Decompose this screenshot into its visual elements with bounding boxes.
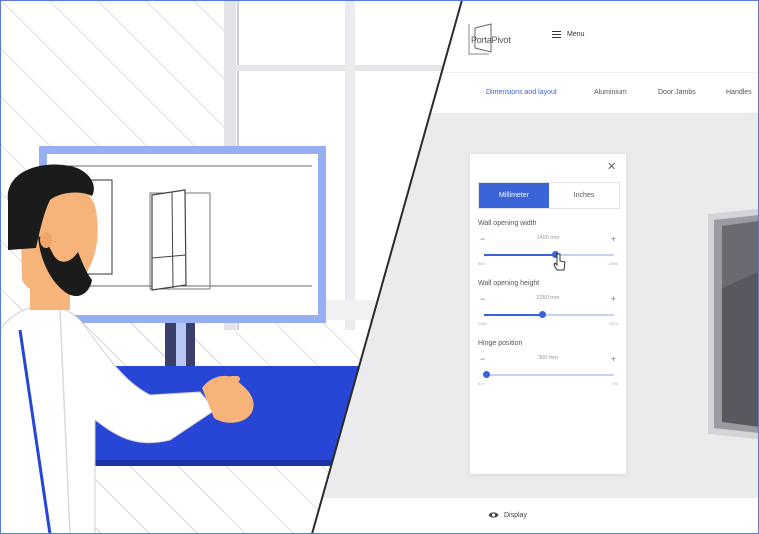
- field-label: Wall opening width: [478, 220, 537, 227]
- close-icon[interactable]: ✕: [607, 162, 616, 173]
- hinge-stepper: − 300 mm +: [478, 354, 618, 366]
- field-label: Wall opening height: [478, 280, 540, 287]
- dimensions-panel: ✕ Millimeter Inches Wall opening width −…: [470, 154, 626, 474]
- brand-logo[interactable]: PortaPivot: [467, 22, 511, 56]
- height-slider[interactable]: [484, 311, 614, 319]
- slider-min: 0.0: [478, 381, 484, 386]
- tab-dimensions-and-layout[interactable]: Dimensions and layout: [486, 89, 557, 96]
- door-3d-preview: [708, 208, 759, 440]
- cursor-icon: [553, 253, 566, 271]
- height-stepper: − 2250 mm +: [478, 294, 618, 306]
- slider-min: 2000: [478, 321, 487, 326]
- tab-aluminium[interactable]: Aluminium: [594, 89, 627, 96]
- plus-icon[interactable]: +: [611, 234, 616, 244]
- width-slider[interactable]: [484, 251, 614, 259]
- slider-thumb[interactable]: [483, 371, 491, 378]
- display-button[interactable]: Display: [488, 511, 527, 519]
- height-value[interactable]: 2250 mm: [478, 295, 618, 301]
- width-value[interactable]: 1400 mm: [478, 235, 618, 241]
- logo-text: PortaPivot: [471, 35, 511, 45]
- slider-thumb[interactable]: [539, 311, 546, 318]
- menu-label: Menu: [567, 31, 585, 38]
- plus-icon[interactable]: +: [611, 294, 616, 304]
- slider-max: 2870: [609, 321, 618, 326]
- field-label: Hinge position: [478, 340, 523, 347]
- hinge-slider[interactable]: [483, 371, 614, 379]
- display-label: Display: [504, 511, 527, 519]
- tab-door-jambs[interactable]: Door Jambs: [658, 89, 696, 96]
- slider-min: 500: [478, 261, 485, 266]
- menu-button[interactable]: Menu: [552, 31, 585, 39]
- unit-inches-button[interactable]: Inches: [549, 183, 619, 208]
- tab-handles[interactable]: Handles: [726, 89, 752, 96]
- plus-icon[interactable]: +: [611, 354, 616, 364]
- eye-icon: [488, 512, 499, 518]
- unit-toggle: Millimeter Inches: [478, 182, 620, 209]
- hinge-value[interactable]: 300 mm: [478, 355, 618, 361]
- unit-millimeter-button[interactable]: Millimeter: [479, 183, 549, 208]
- slider-max: 2000: [609, 261, 618, 266]
- width-stepper: − 1400 mm +: [478, 234, 618, 246]
- scene: PortaPivot Menu Dimensions and layout Al…: [0, 0, 759, 534]
- hamburger-icon: [552, 31, 561, 39]
- slider-max: 700: [611, 381, 618, 386]
